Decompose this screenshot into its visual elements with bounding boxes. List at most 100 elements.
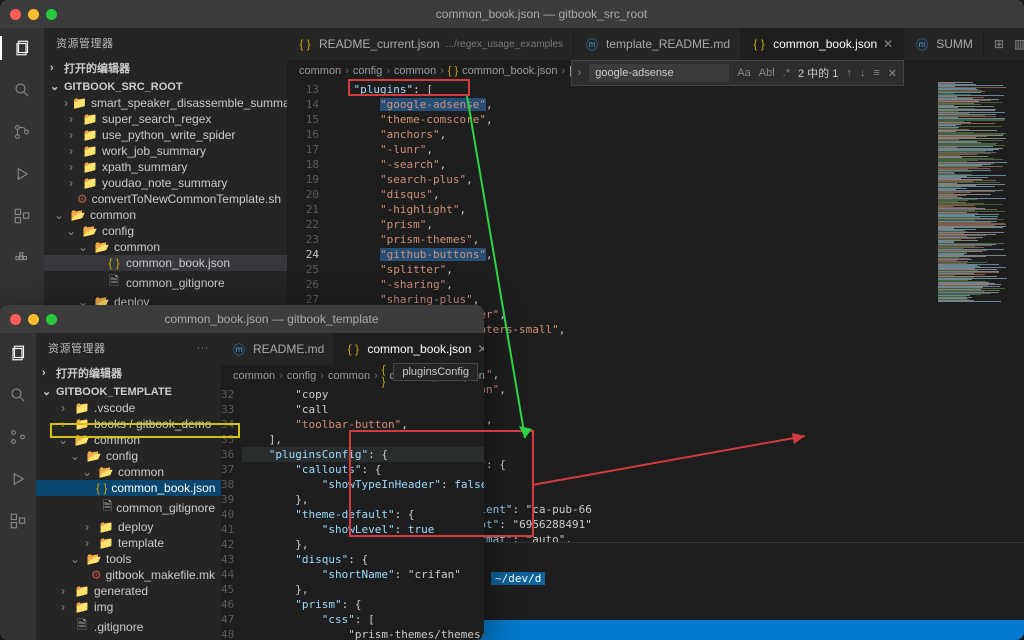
tree-item[interactable]: ⌄📂common: [36, 432, 221, 448]
breadcrumb-item[interactable]: common_book.json: [462, 65, 557, 77]
source-control-icon[interactable]: [6, 425, 30, 449]
minimize-window[interactable]: [28, 9, 39, 20]
find-widget[interactable]: › Aa Abl .* 2 中的 1 ↑ ↓ ≡ ✕: [571, 60, 904, 86]
tree-item[interactable]: ⌄📂common: [36, 464, 221, 480]
search-icon[interactable]: [10, 78, 34, 102]
tree-item-label: common: [90, 208, 136, 222]
tree-item[interactable]: ›📁books / gitbook_demo: [36, 416, 221, 432]
tree-item[interactable]: ›📁xpath_summary: [44, 159, 287, 175]
tree-item[interactable]: ⌄📂common: [44, 239, 287, 255]
folder-icon: 📁: [82, 128, 98, 142]
open-editors-section[interactable]: ›打开的编辑器: [36, 363, 221, 383]
tree-item[interactable]: ›📁generated: [36, 583, 221, 599]
match-case-icon[interactable]: Aa: [737, 67, 750, 79]
docker-icon[interactable]: [10, 246, 34, 270]
editor-tab[interactable]: ⓜtemplate_README.md: [574, 28, 741, 60]
whole-word-icon[interactable]: Abl: [759, 67, 775, 79]
close-find-icon[interactable]: ✕: [888, 67, 897, 80]
tree-item[interactable]: ›📁deploy: [36, 519, 221, 535]
tab-action-icon[interactable]: ⊞: [994, 37, 1004, 51]
tree-item-label: common_book.json: [111, 481, 215, 495]
find-selection-icon[interactable]: ≡: [873, 67, 879, 79]
breadcrumb-item[interactable]: config: [353, 65, 382, 77]
zoom-window[interactable]: [46, 314, 57, 325]
file-icon: { }: [297, 37, 313, 51]
tree-item[interactable]: ⌄📂config: [36, 448, 221, 464]
file-icon: { }: [96, 481, 107, 495]
code-editor[interactable]: 3233343536373839404142434445464748 "copy…: [221, 387, 484, 640]
tree-item[interactable]: ⌄📂common: [44, 207, 287, 223]
chevron-right-icon[interactable]: ›: [578, 67, 582, 79]
tree-item-label: convertToNewCommonTemplate.sh: [92, 192, 281, 206]
debug-icon[interactable]: [10, 162, 34, 186]
tree-item-label: config: [106, 449, 138, 463]
editor-tab[interactable]: { }common_book.json✕: [335, 333, 484, 365]
tree-item[interactable]: ›📁img: [36, 599, 221, 615]
file-icon: { }: [751, 37, 767, 51]
tree-item-label: common: [118, 465, 164, 479]
tab-action-icon[interactable]: ▥: [1014, 37, 1024, 51]
workspace-root[interactable]: ⌄GITBOOK_SRC_ROOT: [44, 78, 287, 95]
tree-item[interactable]: ⌄📂tools: [36, 551, 221, 567]
tree-item[interactable]: { }common_book.json: [44, 255, 287, 271]
zoom-window[interactable]: [46, 9, 57, 20]
tree-item[interactable]: ⚙convertToNewCommonTemplate.sh: [44, 191, 287, 207]
minimap[interactable]: [934, 82, 1024, 542]
tree-item[interactable]: ›📁.vscode: [36, 400, 221, 416]
debug-icon[interactable]: [6, 467, 30, 491]
breadcrumb-dropdown[interactable]: pluginsConfig: [393, 363, 478, 381]
tree-item-label: smart_speaker_disassemble_summary: [91, 96, 287, 110]
editor-tab[interactable]: ⓜREADME.md: [221, 333, 335, 365]
folder-icon: 📁: [82, 176, 98, 190]
file-icon: { }: [345, 342, 361, 356]
tree-item-label: common: [114, 240, 160, 254]
tree-item[interactable]: ⌄📂config: [44, 223, 287, 239]
activity-bar: [0, 333, 36, 640]
breadcrumb-item[interactable]: common: [233, 370, 275, 382]
prev-match-icon[interactable]: ↑: [846, 67, 852, 79]
editor-tab[interactable]: { }README_current.json.../regex_usage_ex…: [287, 28, 574, 60]
folder-icon: 📁: [74, 584, 90, 598]
tree-item[interactable]: ›📁template: [36, 535, 221, 551]
workspace-root[interactable]: ⌄GITBOOK_TEMPLATE: [36, 383, 221, 400]
explorer-icon[interactable]: [0, 341, 40, 365]
close-tab-icon[interactable]: ✕: [477, 342, 484, 356]
tree-item-label: gitbook_makefile.mk: [106, 568, 215, 582]
folder-icon: 📂: [82, 224, 98, 238]
tree-item-label: use_python_write_spider: [102, 128, 235, 142]
close-tab-icon[interactable]: ✕: [883, 37, 893, 51]
close-window[interactable]: [10, 314, 21, 325]
extensions-icon[interactable]: [6, 509, 30, 533]
explorer-icon[interactable]: [0, 36, 44, 60]
breadcrumb-item[interactable]: common: [299, 65, 341, 77]
extensions-icon[interactable]: [10, 204, 34, 228]
breadcrumb-item[interactable]: config: [287, 370, 316, 382]
find-input[interactable]: [589, 64, 729, 82]
tree-item[interactable]: 🗎common_gitignore: [44, 271, 287, 294]
tree-item[interactable]: ›📁super_search_regex: [44, 111, 287, 127]
tree-item[interactable]: ›📁youdao_note_summary: [44, 175, 287, 191]
tree-item[interactable]: 🗎.gitignore: [36, 615, 221, 638]
next-match-icon[interactable]: ↓: [860, 67, 866, 79]
regex-icon[interactable]: .*: [783, 67, 790, 79]
tree-item[interactable]: ›📁smart_speaker_disassemble_summary: [44, 95, 287, 111]
minimize-window[interactable]: [28, 314, 39, 325]
tree-item[interactable]: { } common_book.json: [36, 480, 221, 496]
file-icon: 🗎: [103, 497, 113, 518]
breadcrumb-item[interactable]: common: [394, 65, 436, 77]
editor-tab[interactable]: { }common_book.json✕: [741, 28, 904, 60]
source-control-icon[interactable]: [10, 120, 34, 144]
folder-icon: 📁: [74, 401, 90, 415]
open-editors-section[interactable]: ›打开的编辑器: [44, 58, 287, 78]
search-icon[interactable]: [6, 383, 30, 407]
tree-item[interactable]: ⚙gitbook_makefile.mk: [36, 567, 221, 583]
tree-item[interactable]: ›📁use_python_write_spider: [44, 127, 287, 143]
window-title: common_book.json — gitbook_template: [69, 312, 474, 326]
editor-tab[interactable]: ⓜSUMM: [904, 28, 984, 60]
close-window[interactable]: [10, 9, 21, 20]
tree-item[interactable]: ›📁work_job_summary: [44, 143, 287, 159]
tree-item-label: xpath_summary: [102, 160, 187, 174]
folder-icon: 📂: [74, 433, 90, 447]
tree-item[interactable]: 🗎common_gitignore: [36, 496, 221, 519]
breadcrumb-item[interactable]: common: [328, 370, 370, 382]
